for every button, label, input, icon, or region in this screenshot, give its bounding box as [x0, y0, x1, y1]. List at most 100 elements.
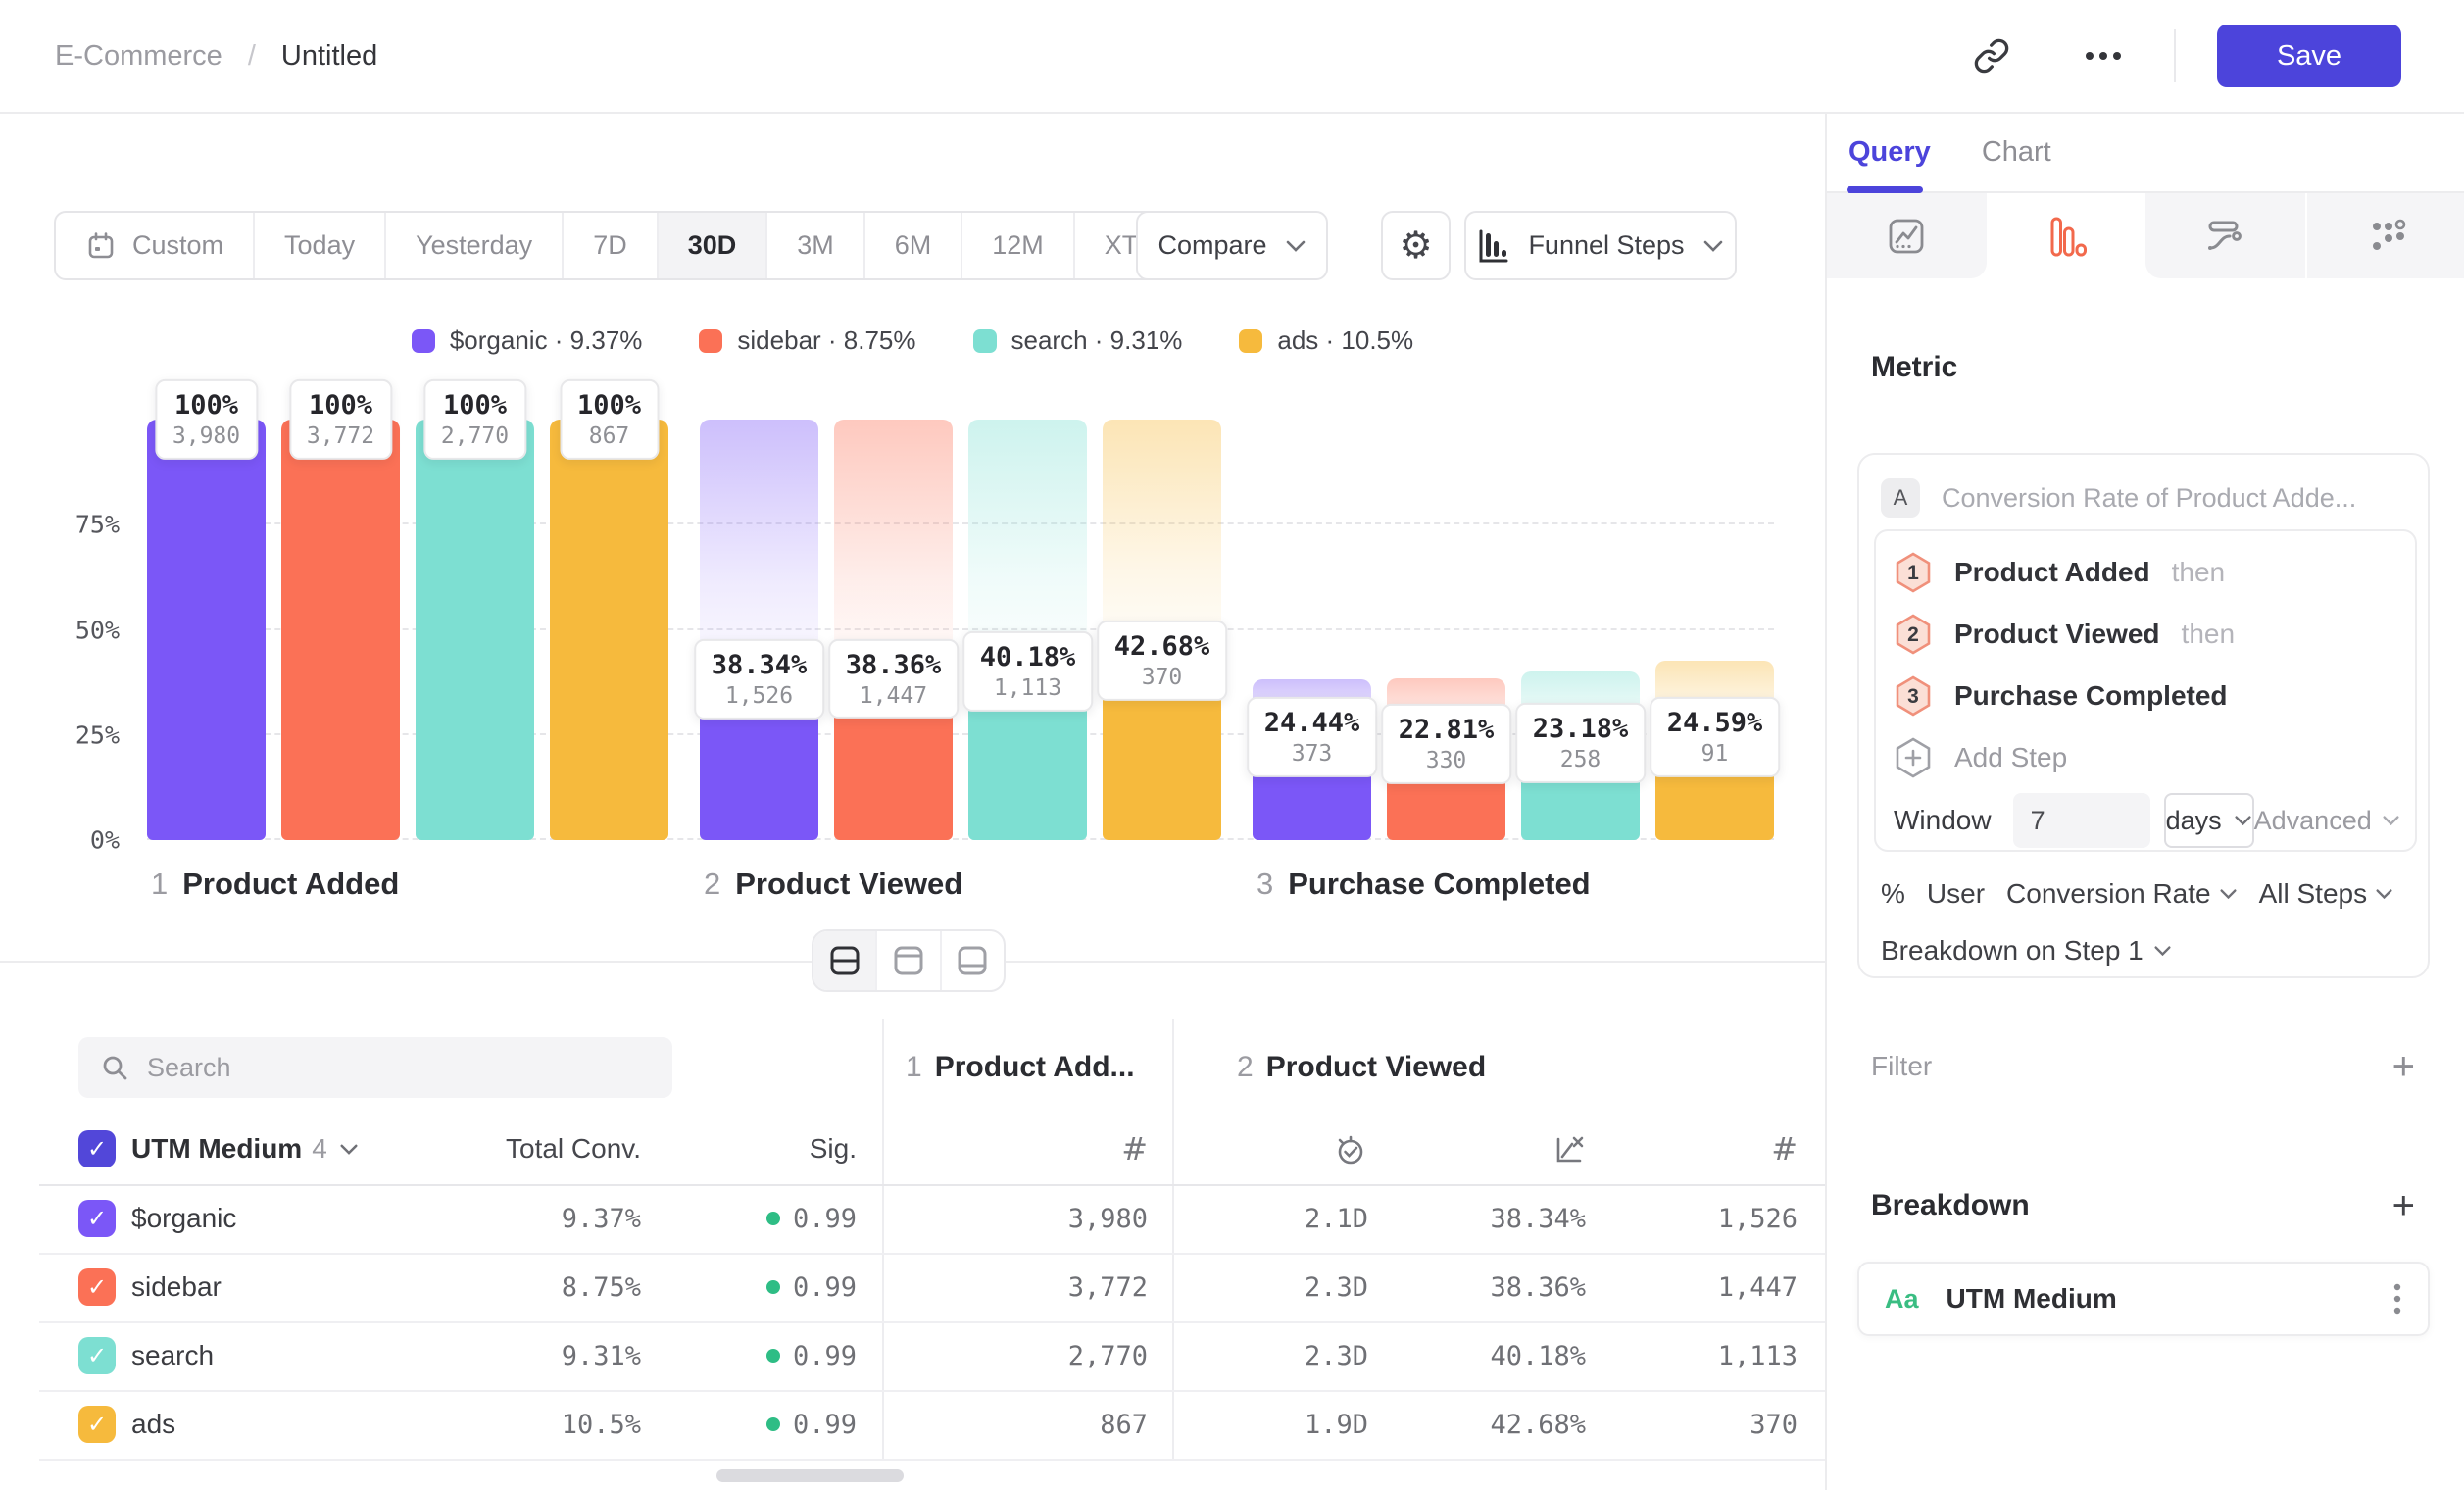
advanced-toggle[interactable]: Advanced — [2254, 806, 2400, 836]
funnel-bar-search-step1[interactable]: 100%2,770 — [416, 420, 534, 840]
legend-item-$organic[interactable]: $organic · 9.37% — [412, 325, 643, 356]
tab-journeys-chart[interactable] — [2305, 193, 2464, 278]
row-name[interactable]: $organic — [131, 1203, 236, 1234]
add-breakdown-button[interactable]: + — [2392, 1186, 2415, 1225]
measure-entity[interactable]: User — [1927, 878, 1985, 910]
add-step-hexagon-icon — [1894, 736, 1933, 779]
group-step-name[interactable]: Product Viewed — [1266, 1051, 1487, 1084]
range-label: Custom — [132, 230, 223, 261]
breadcrumb-current[interactable]: Untitled — [281, 40, 377, 73]
chart-settings-button[interactable]: ⚙ — [1381, 211, 1451, 280]
breakdown-on-step-select[interactable]: Breakdown on Step 1 — [1881, 935, 2172, 967]
funnel-bar-$organic-step1[interactable]: 100%3,980 — [147, 420, 266, 840]
measure-metric-select[interactable]: Conversion Rate — [2006, 878, 2238, 910]
row-name[interactable]: ads — [131, 1409, 175, 1440]
tab-query[interactable]: Query — [1848, 136, 1931, 169]
funnel-bar-search-step2[interactable]: 40.18%1,113 — [968, 420, 1087, 840]
metric-title-row[interactable]: A Conversion Rate of Product Adde... — [1881, 478, 2356, 518]
group-step-name[interactable]: Product Add... — [935, 1051, 1135, 1084]
breadcrumb-parent[interactable]: E-Commerce — [55, 40, 222, 73]
layout-toggle-group — [812, 929, 1006, 992]
active-tab-indicator — [1847, 186, 1923, 193]
chart-type-button[interactable]: Funnel Steps — [1464, 211, 1737, 280]
chevron-down-icon[interactable] — [339, 1143, 359, 1156]
check-icon: ✓ — [87, 1411, 107, 1439]
legend-item-sidebar[interactable]: sidebar · 8.75% — [699, 325, 915, 356]
chevron-down-icon — [2153, 945, 2172, 957]
layout-table-only-button[interactable] — [942, 931, 1004, 990]
add-step-button[interactable]: Add Step — [1894, 726, 2399, 788]
funnel-bar-sidebar-step2[interactable]: 38.36%1,447 — [834, 420, 953, 840]
kebab-menu-icon[interactable] — [2392, 1281, 2402, 1316]
legend-label: ads · 10.5% — [1277, 325, 1413, 356]
window-unit-select[interactable]: days — [2164, 793, 2254, 848]
row-checkbox[interactable]: ✓ — [78, 1200, 116, 1237]
funnel-bar-ads-step3[interactable]: 24.59%91 — [1655, 420, 1774, 840]
conversion-column-icon[interactable] — [1551, 1131, 1586, 1167]
tab-funnel-chart[interactable] — [1987, 193, 2146, 278]
query-step-2[interactable]: 2 Product Viewedthen — [1894, 603, 2399, 665]
layout-split-button[interactable] — [813, 931, 877, 990]
total-conversion: 8.75% — [562, 1272, 641, 1303]
breakdown-count: 4 — [312, 1133, 327, 1165]
range-today[interactable]: Today — [255, 213, 386, 278]
range-7d[interactable]: 7D — [564, 213, 659, 278]
sig-header[interactable]: Sig. — [810, 1133, 857, 1165]
bar-rate: 42.68% — [1114, 629, 1210, 664]
step-number: 2 — [704, 867, 720, 902]
range-custom[interactable]: Custom — [56, 213, 255, 278]
row-checkbox[interactable]: ✓ — [78, 1337, 116, 1374]
breadcrumb-separator: / — [248, 40, 256, 73]
save-button[interactable]: Save — [2217, 25, 2401, 87]
step1-count: 3,980 — [1068, 1204, 1148, 1234]
breakdown-column-header[interactable]: UTM Medium — [131, 1133, 302, 1165]
row-name[interactable]: sidebar — [131, 1271, 222, 1303]
gear-icon: ⚙ — [1399, 224, 1432, 268]
count-column-icon[interactable]: # — [1771, 1130, 1798, 1167]
row-checkbox[interactable]: ✓ — [78, 1406, 116, 1443]
range-yesterday[interactable]: Yesterday — [386, 213, 564, 278]
range-30d[interactable]: 30D — [659, 213, 768, 278]
range-12m[interactable]: 12M — [962, 213, 1075, 278]
layout-chart-only-button[interactable] — [877, 931, 941, 990]
funnel-bar-$organic-step2[interactable]: 38.34%1,526 — [700, 420, 818, 840]
funnel-bar-$organic-step3[interactable]: 24.44%373 — [1253, 420, 1371, 840]
dots-grid-icon — [2363, 214, 2408, 259]
more-menu-button[interactable] — [2078, 30, 2129, 81]
breakdown-item-name: UTM Medium — [1947, 1283, 2117, 1315]
window-value-input[interactable] — [2013, 793, 2150, 848]
tab-segmentation-chart[interactable] — [1827, 193, 1987, 278]
search-input[interactable] — [147, 1053, 617, 1083]
avg-time-column-icon[interactable] — [1333, 1131, 1368, 1167]
step2-count: 370 — [1749, 1410, 1798, 1440]
funnel-bar-sidebar-step1[interactable]: 100%3,772 — [281, 420, 400, 840]
legend-item-search[interactable]: search · 9.31% — [973, 325, 1183, 356]
legend-item-ads[interactable]: ads · 10.5% — [1239, 325, 1413, 356]
funnel-bar-ads-step1[interactable]: 100%867 — [550, 420, 668, 840]
breakdown-item[interactable]: Aa UTM Medium — [1857, 1262, 2430, 1336]
funnel-bar-ads-step2[interactable]: 42.68%370 — [1103, 420, 1221, 840]
range-6m[interactable]: 6M — [865, 213, 963, 278]
horizontal-scrollbar[interactable] — [716, 1469, 904, 1482]
metric-section-heading: Metric — [1871, 351, 1957, 384]
funnel-bar-search-step3[interactable]: 23.18%258 — [1521, 420, 1640, 840]
tab-chart[interactable]: Chart — [1982, 136, 2051, 169]
tab-retention-chart[interactable] — [2145, 193, 2305, 278]
funnel-bar-sidebar-step3[interactable]: 22.81%330 — [1387, 420, 1505, 840]
select-all-checkbox[interactable]: ✓ — [78, 1130, 116, 1167]
bar-count: 3,772 — [307, 422, 374, 451]
calendar-icon — [85, 230, 117, 262]
compare-button[interactable]: Compare — [1136, 211, 1328, 280]
conversion-window-row: Window days Advanced — [1894, 791, 2399, 850]
count-column-icon[interactable]: # — [1121, 1130, 1148, 1167]
total-conv-header[interactable]: Total Conv. — [506, 1133, 641, 1165]
range-3m[interactable]: 3M — [767, 213, 865, 278]
measure-scope-select[interactable]: All Steps — [2259, 878, 2394, 910]
share-link-button[interactable] — [1966, 30, 2017, 81]
query-step-1[interactable]: 1 Product Addedthen — [1894, 541, 2399, 603]
query-step-3[interactable]: 3 Purchase Completed — [1894, 665, 2399, 726]
row-name[interactable]: search — [131, 1340, 214, 1371]
add-filter-button[interactable]: + — [2392, 1047, 2415, 1086]
row-checkbox[interactable]: ✓ — [78, 1268, 116, 1306]
row-divider — [39, 1321, 1825, 1323]
